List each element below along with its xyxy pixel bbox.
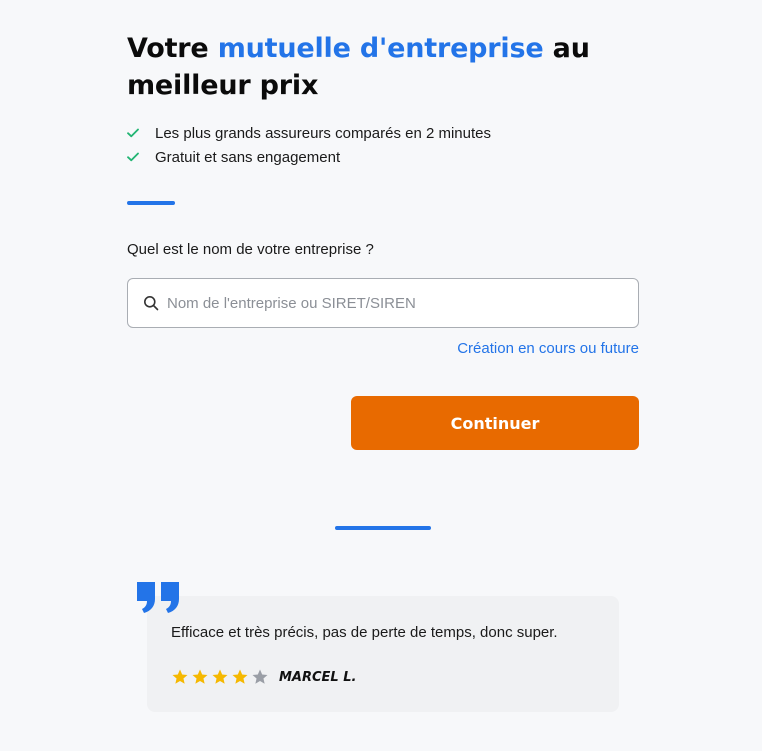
quote-icon xyxy=(136,580,182,614)
star-icon xyxy=(171,668,189,686)
section-divider xyxy=(127,201,175,205)
reviewer-name: MARCEL L. xyxy=(279,670,357,685)
continue-button[interactable]: Continuer xyxy=(351,396,639,450)
title-part-1: Votre xyxy=(127,33,218,64)
review-card xyxy=(147,596,619,712)
company-question-label: Quel est le nom de votre entreprise ? xyxy=(127,241,374,258)
company-creation-link[interactable]: Création en cours ou future xyxy=(457,340,639,357)
star-rating xyxy=(171,668,269,686)
benefit-text: Les plus grands assureurs comparés en 2 … xyxy=(155,124,492,142)
benefit-item: Les plus grands assureurs comparés en 2 … xyxy=(127,121,491,145)
company-search-input[interactable] xyxy=(167,294,638,312)
title-accent: mutuelle d'entreprise xyxy=(217,33,544,64)
benefit-item: Gratuit et sans engagement xyxy=(127,145,491,169)
star-icon xyxy=(191,668,209,686)
check-icon xyxy=(127,128,155,138)
page-title: Votre mutuelle d'entreprise au meilleur … xyxy=(127,30,647,104)
company-search-field[interactable] xyxy=(127,278,639,328)
review-text: Efficace et très précis, pas de perte de… xyxy=(171,624,558,641)
star-icon xyxy=(211,668,229,686)
star-empty-icon xyxy=(251,668,269,686)
check-icon xyxy=(127,152,155,162)
section-divider-center xyxy=(335,526,431,530)
search-icon xyxy=(143,295,159,311)
benefit-text: Gratuit et sans engagement xyxy=(155,148,341,166)
page: Votre mutuelle d'entreprise au meilleur … xyxy=(0,0,762,751)
star-icon xyxy=(231,668,249,686)
benefits-list: Les plus grands assureurs comparés en 2 … xyxy=(127,121,491,169)
